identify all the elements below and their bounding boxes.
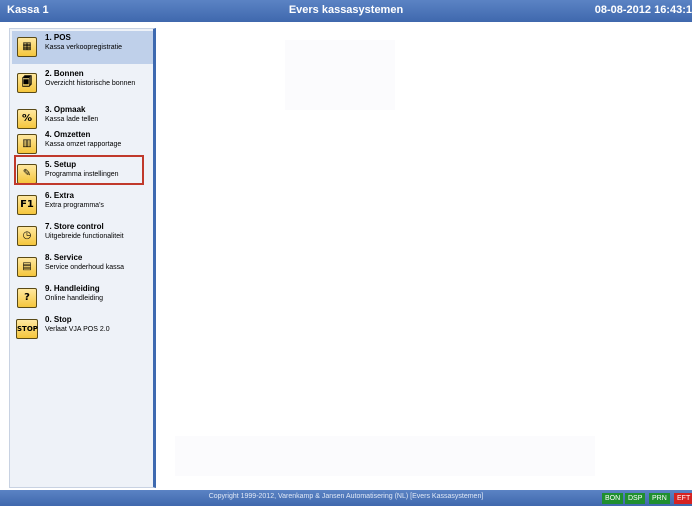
sidebar-item-subtitle: Kassa omzet rapportage	[45, 141, 122, 148]
selection-highlight	[14, 155, 144, 185]
sidebar-item-label: 1. POS	[45, 33, 71, 42]
sidebar-item-label: 3. Opmaak	[45, 105, 86, 114]
sidebar-item-subtitle: Kassa lade tellen	[45, 116, 99, 123]
help-icon: ?	[17, 288, 37, 308]
sidebar-item-pos[interactable]: ▦ 1. POS Kassa verkoopregistratie	[12, 31, 153, 64]
receipt-icon: 🗐	[17, 73, 37, 93]
sidebar-item-subtitle: Kassa verkoopregistratie	[45, 44, 123, 51]
sidebar-item-bonnen[interactable]: 🗐 2. Bonnen Overzicht historische bonnen	[12, 67, 153, 100]
indicator-prn: PRN	[649, 493, 670, 504]
sidebar-item-stop[interactable]: STOP 0. Stop Verlaat VJA POS 2.0	[12, 313, 153, 346]
sidebar-item-label: 0. Stop	[45, 315, 72, 324]
indicator-dsp: DSP	[625, 493, 646, 504]
sidebar-item-label: 9. Handleiding	[45, 284, 100, 293]
sidebar: ▦ 1. POS Kassa verkoopregistratie 🗐 2. B…	[9, 28, 156, 488]
sidebar-item-subtitle: Extra programma's	[45, 202, 104, 209]
main-content-area	[165, 28, 685, 486]
indicator-bon: BON	[602, 493, 624, 504]
sidebar-item-subtitle: Uitgebreide functionaliteit	[45, 233, 124, 240]
sidebar-item-store-control[interactable]: ◷ 7. Store control Uitgebreide functiona…	[12, 220, 153, 253]
sidebar-item-subtitle: Online handleiding	[45, 295, 103, 302]
sidebar-item-handleiding[interactable]: ? 9. Handleiding Online handleiding	[12, 282, 153, 315]
f1-icon: F1	[17, 195, 37, 215]
copyright-text: Copyright 1999-2012, Varenkamp & Jansen …	[208, 493, 484, 500]
cash-register-icon: ▦	[17, 37, 37, 57]
indicator-eft: EFT	[674, 493, 692, 504]
sidebar-item-label: 6. Extra	[45, 191, 74, 200]
title-bar: Kassa 1 Evers kassasystemen 08-08-2012 1…	[0, 0, 692, 22]
clock-icon: ◷	[17, 226, 37, 246]
sidebar-item-service[interactable]: ▤ 8. Service Service onderhoud kassa	[12, 251, 153, 284]
service-icon: ▤	[17, 257, 37, 277]
blank-panel	[175, 436, 595, 476]
stop-icon: STOP	[16, 319, 38, 339]
sidebar-item-label: 7. Store control	[45, 222, 104, 231]
datetime-display: 08-08-2012 16:43:1	[594, 4, 692, 16]
sidebar-item-label: 2. Bonnen	[45, 69, 84, 78]
blank-panel	[285, 40, 395, 110]
status-bar: Copyright 1999-2012, Varenkamp & Jansen …	[0, 490, 692, 506]
sidebar-item-subtitle: Overzicht historische bonnen	[45, 80, 136, 87]
percent-icon: %	[17, 109, 37, 129]
sidebar-item-label: 4. Omzetten	[45, 130, 91, 139]
sidebar-item-subtitle: Service onderhoud kassa	[45, 264, 124, 271]
window-title-center: Evers kassasystemen	[288, 4, 404, 16]
sidebar-item-label: 8. Service	[45, 253, 83, 262]
sidebar-item-extra[interactable]: F1 6. Extra Extra programma's	[12, 189, 153, 222]
sidebar-item-subtitle: Verlaat VJA POS 2.0	[45, 326, 110, 333]
report-icon: ▥	[17, 134, 37, 154]
